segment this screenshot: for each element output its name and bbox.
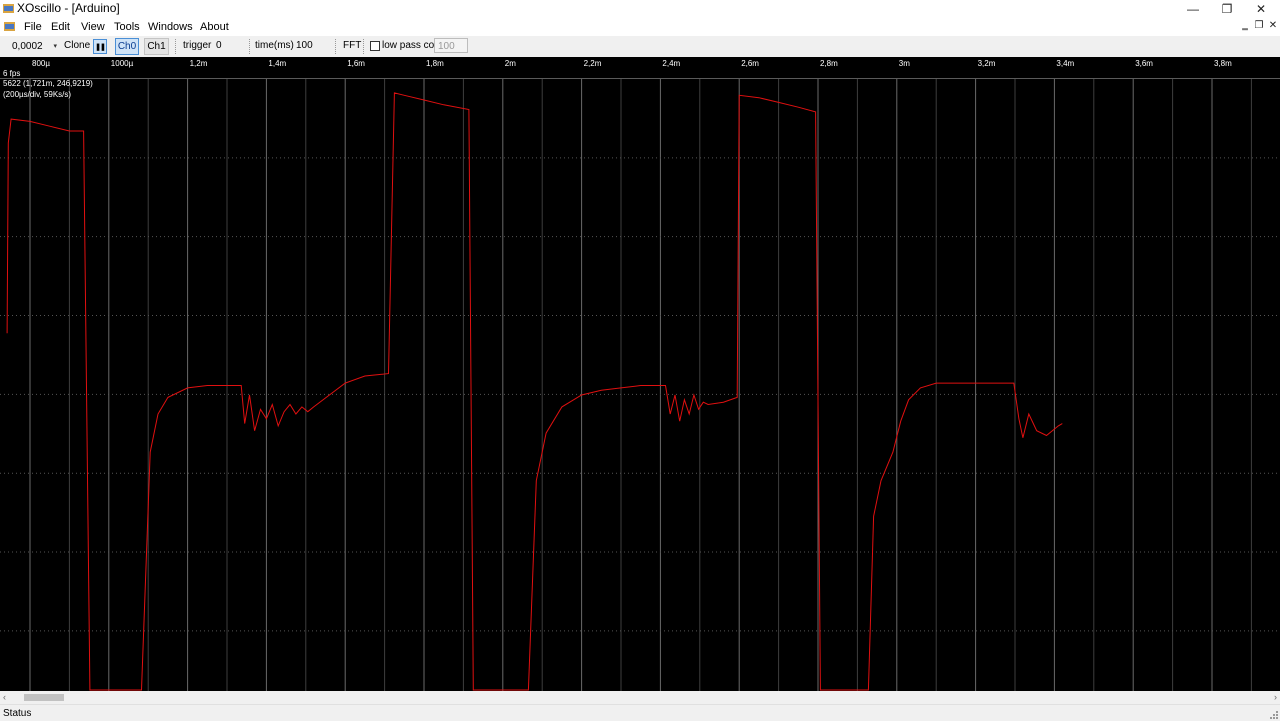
x-tick-label: 1,8m	[426, 59, 444, 68]
menu-view[interactable]: View	[81, 20, 105, 34]
mdi-minimize-button[interactable]: ‗	[1239, 20, 1251, 32]
minimize-button[interactable]: —	[1176, 0, 1210, 17]
x-tick-label: 2,6m	[741, 59, 759, 68]
toolbar-separator	[175, 39, 177, 54]
mdi-close-button[interactable]: ✕	[1267, 20, 1279, 32]
menu-bar: File Edit View Tools Windows About	[0, 17, 1280, 36]
scroll-left-arrow[interactable]: ‹	[3, 691, 6, 704]
x-tick-label: 1000µ	[111, 59, 134, 68]
channel-0-button[interactable]: Ch0	[115, 38, 139, 55]
menu-about[interactable]: About	[200, 20, 229, 34]
trigger-input[interactable]: 0	[216, 39, 222, 53]
resize-grip-icon[interactable]	[1270, 711, 1278, 719]
scrollbar-thumb[interactable]	[24, 694, 64, 701]
scope-plot[interactable]: 800µ 1000µ 1,2m 1,4m 1,6m 1,8m 2m 2,2m 2,4m 2,6m 2…	[0, 57, 1280, 691]
x-tick-label: 3,4m	[1056, 59, 1074, 68]
x-tick-label: 1,6m	[347, 59, 365, 68]
timebase-value: 0,0002	[12, 41, 43, 52]
menu-edit[interactable]: Edit	[51, 20, 70, 34]
scroll-right-arrow[interactable]: ›	[1274, 691, 1277, 704]
cursor-readout: 5622 (1,721m, 246,9219)	[3, 79, 93, 88]
x-tick-label: 3,8m	[1214, 59, 1232, 68]
toolbar-separator	[249, 39, 251, 54]
window-title: XOscillo - [Arduino]	[17, 1, 120, 15]
mdi-restore-button[interactable]: ❐	[1253, 20, 1265, 32]
maximize-button[interactable]: ❐	[1210, 0, 1244, 17]
status-text: Status	[3, 708, 32, 719]
time-input[interactable]: 100	[296, 39, 313, 53]
scale-readout: (200µs/div, 59Ks/s)	[3, 90, 71, 99]
menu-file[interactable]: File	[24, 20, 42, 34]
toolbar: 0,0002 ▾ Clone trigger 0 time(ms) 100 FF…	[0, 36, 1280, 58]
lowpass-label: low pass cof	[382, 40, 438, 51]
horizontal-scrollbar[interactable]: ‹ ›	[0, 691, 1280, 704]
menu-tools[interactable]: Tools	[114, 20, 140, 34]
fps-readout: 6 fps	[3, 69, 20, 78]
title-bar: XOscillo - [Arduino] — ❐ ✕	[0, 0, 1280, 17]
x-tick-label: 2m	[505, 59, 516, 68]
scope-display[interactable]: 800µ 1000µ 1,2m 1,4m 1,6m 1,8m 2m 2,2m 2,4m 2,6m 2…	[0, 57, 1280, 691]
x-tick-label: 800µ	[32, 59, 50, 68]
pause-icon: ❚❚	[95, 43, 106, 51]
x-tick-label: 3,6m	[1135, 59, 1153, 68]
trigger-label: trigger	[183, 40, 212, 51]
timebase-combo[interactable]: 0,0002 ▾	[7, 39, 59, 54]
channel-1-button[interactable]: Ch1	[144, 38, 169, 55]
x-tick-label: 1,4m	[268, 59, 286, 68]
pause-button[interactable]: ❚❚	[93, 39, 107, 54]
x-tick-label: 2,8m	[820, 59, 838, 68]
x-tick-label: 1,2m	[190, 59, 208, 68]
clone-button[interactable]: Clone	[64, 39, 90, 53]
fft-button[interactable]: FFT	[343, 39, 361, 53]
x-tick-label: 3,2m	[978, 59, 996, 68]
lowpass-checkbox[interactable]	[370, 41, 380, 51]
close-button[interactable]: ✕	[1244, 0, 1278, 17]
x-tick-label: 2,4m	[662, 59, 680, 68]
status-bar: Status	[0, 704, 1280, 721]
lowpass-coef-input[interactable]: 100	[434, 38, 468, 53]
channel-0-trace	[6, 92, 1063, 691]
toolbar-separator	[363, 39, 365, 54]
app-icon	[3, 4, 14, 13]
mdi-child-icon[interactable]	[4, 21, 15, 31]
chevron-down-icon[interactable]: ▾	[53, 39, 57, 54]
x-tick-label: 2,2m	[584, 59, 602, 68]
x-tick-label: 3m	[899, 59, 910, 68]
menu-windows[interactable]: Windows	[148, 20, 193, 34]
toolbar-separator	[335, 39, 337, 54]
time-label: time(ms)	[255, 40, 294, 51]
